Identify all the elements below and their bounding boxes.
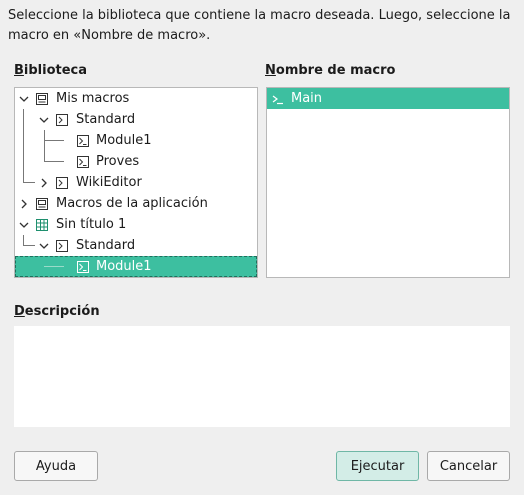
tree-item-macros-aplicacion[interactable]: Macros de la aplicación: [15, 193, 257, 214]
tree-item-wikieditor[interactable]: WikiEditor: [15, 172, 257, 193]
spreadsheet-document-icon: [36, 218, 48, 231]
library-icon: [56, 176, 68, 189]
cancel-button[interactable]: Cancelar: [427, 451, 510, 481]
macro-icon: [272, 93, 284, 105]
tree-item-label: Sin título 1: [56, 217, 127, 232]
tree-item-label: Standard: [76, 238, 136, 253]
tree-item-label: WikiEditor: [76, 175, 142, 190]
chevron-down-icon[interactable]: [37, 113, 51, 127]
help-button[interactable]: Ayuda: [14, 451, 98, 481]
run-button[interactable]: Ejecutar: [336, 451, 419, 481]
macro-container-icon: [36, 197, 48, 210]
tree-item-label: Module1: [96, 133, 152, 148]
module-icon: [77, 134, 89, 147]
tree-item-label: Mis macros: [56, 91, 130, 106]
tree-item-sin-titulo-1[interactable]: Sin título 1: [15, 214, 257, 235]
tree-item-label: Standard: [76, 112, 136, 127]
tree-item-label: Macros de la aplicación: [56, 196, 208, 211]
library-label: Biblioteca: [14, 63, 88, 78]
chevron-down-icon[interactable]: [37, 239, 51, 253]
chevron-down-icon[interactable]: [17, 92, 31, 106]
tree-item-module1-doc[interactable]: Module1: [15, 256, 257, 277]
tree-item-standard-doc[interactable]: Standard: [15, 235, 257, 256]
macro-list[interactable]: Main: [266, 87, 510, 278]
module-icon: [77, 260, 89, 273]
library-tree[interactable]: Mis macros Standard Module1 Proves WikiE…: [14, 87, 258, 278]
library-icon: [56, 113, 68, 126]
tree-item-label: Module1: [96, 259, 152, 274]
tree-item-label: Proves: [96, 154, 140, 169]
description-label: Descripción: [14, 304, 100, 319]
library-icon: [56, 239, 68, 252]
macro-item-label: Main: [291, 91, 323, 106]
macro-name-label: Nombre de macro: [265, 63, 396, 78]
tree-connector: [44, 266, 64, 267]
chevron-right-icon[interactable]: [37, 176, 51, 190]
tree-item-mis-macros[interactable]: Mis macros: [15, 88, 257, 109]
tree-item-proves[interactable]: Proves: [15, 151, 257, 172]
description-field[interactable]: [14, 326, 510, 427]
chevron-down-icon[interactable]: [17, 218, 31, 232]
macro-item-main[interactable]: Main: [267, 88, 509, 109]
instructions-text: Seleccione la biblioteca que contiene la…: [8, 8, 511, 43]
macro-container-icon: [36, 92, 48, 105]
module-icon: [77, 155, 89, 168]
chevron-right-icon[interactable]: [17, 197, 31, 211]
tree-item-module1[interactable]: Module1: [15, 130, 257, 151]
tree-item-standard[interactable]: Standard: [15, 109, 257, 130]
